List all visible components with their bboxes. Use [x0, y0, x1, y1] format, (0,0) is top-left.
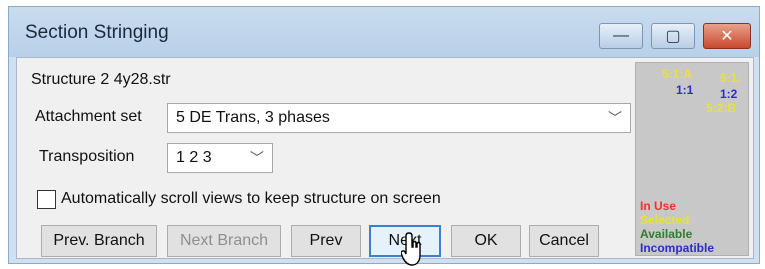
dialog-body: Structure 2 4y28.str Attachment set 5 DE…: [16, 57, 754, 259]
structure-file-label: Structure 2 4y28.str: [31, 71, 171, 88]
minimize-icon: —: [613, 27, 629, 44]
next-branch-button[interactable]: Next Branch: [167, 225, 281, 257]
legend-available: Available: [640, 227, 693, 241]
maximize-button[interactable]: ▢: [651, 23, 695, 49]
attachment-preview-panel[interactable]: 5:1:A 1:1 1:2 5:1: 5:2:B In Use Selected…: [635, 62, 749, 256]
attachment-set-value: 5 DE Trans, 3 phases: [176, 109, 330, 126]
transposition-value: 1 2 3: [176, 149, 212, 166]
transposition-label: Transposition: [39, 148, 135, 165]
mouse-cursor-icon: [401, 232, 421, 266]
chevron-down-icon: ﹀: [608, 110, 622, 126]
maximize-icon: ▢: [665, 28, 681, 45]
legend-incompatible: Incompatible: [640, 241, 715, 255]
attachment-set-select[interactable]: 5 DE Trans, 3 phases ﹀: [167, 103, 631, 133]
ok-button[interactable]: OK: [451, 225, 521, 257]
transposition-select[interactable]: 1 2 3 ﹀: [167, 143, 273, 173]
attachment-label: 1:2: [720, 87, 738, 101]
close-icon: ✕: [720, 28, 734, 45]
attachment-label: 5:2:B: [706, 101, 737, 115]
auto-scroll-label[interactable]: Automatically scroll views to keep struc…: [61, 190, 441, 208]
attachment-label: 1:1: [676, 83, 694, 97]
attachment-label: 5:1:: [720, 71, 742, 85]
prev-button[interactable]: Prev: [291, 225, 361, 257]
close-button[interactable]: ✕: [703, 23, 751, 49]
cancel-button[interactable]: Cancel: [529, 225, 599, 257]
minimize-button[interactable]: —: [599, 23, 643, 49]
chevron-down-icon: ﹀: [250, 150, 264, 166]
attachment-label: 5:1:A: [662, 67, 693, 81]
legend-in-use: In Use: [640, 199, 677, 213]
auto-scroll-checkbox[interactable]: [37, 190, 56, 209]
attachment-set-label: Attachment set: [35, 108, 142, 125]
title-bar[interactable]: Section Stringing — ▢ ✕: [9, 7, 759, 57]
window-title: Section Stringing: [25, 22, 169, 43]
prev-branch-button[interactable]: Prev. Branch: [41, 225, 157, 257]
section-stringing-window: Section Stringing — ▢ ✕ Structure 2 4y28…: [8, 6, 760, 266]
legend-selected: Selected: [640, 213, 690, 227]
